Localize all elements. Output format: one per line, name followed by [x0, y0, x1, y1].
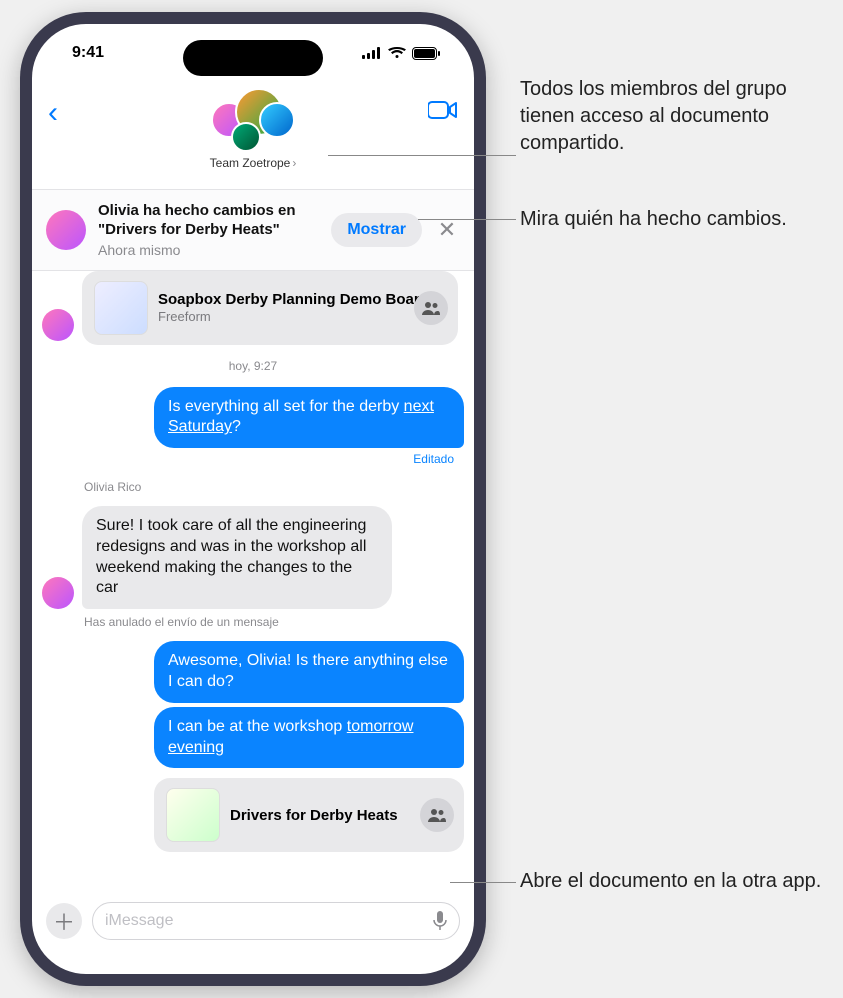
dismiss-notice-button[interactable]: ✕ [434, 217, 460, 243]
document-app: Freeform [158, 309, 429, 324]
wifi-icon [388, 47, 406, 59]
document-thumbnail [94, 281, 148, 335]
sent-message[interactable]: Awesome, Olivia! Is there anything else … [154, 641, 464, 703]
document-thumbnail [166, 788, 220, 842]
facetime-button[interactable] [424, 88, 458, 120]
callout-text: Mira quién ha hecho cambios. [520, 206, 787, 233]
callout-line [450, 882, 516, 883]
message-thread[interactable]: Soapbox Derby Planning Demo Board Freefo… [32, 271, 474, 895]
callout-line [328, 155, 516, 156]
collaboration-notice: Olivia ha hecho cambios en "Drivers for … [32, 190, 474, 271]
callout-line [418, 219, 516, 220]
notice-title: Olivia ha hecho cambios en "Drivers for … [98, 202, 319, 240]
unsent-label: Has anulado el envío de un mensaje [84, 615, 464, 629]
phone-frame: 9:41 ‹ [20, 12, 486, 986]
sent-message[interactable]: Is everything all set for the derby next… [154, 387, 464, 449]
avatar [259, 102, 295, 138]
shared-document-card[interactable]: Drivers for Derby Heats [154, 778, 464, 852]
add-attachment-button[interactable]: ＋ [46, 903, 82, 939]
avatar [42, 577, 74, 609]
back-button[interactable]: ‹ [48, 88, 82, 130]
dynamic-island [183, 40, 323, 76]
compose-bar: ＋ iMessage [32, 894, 474, 974]
document-title: Soapbox Derby Planning Demo Board [158, 291, 429, 308]
avatar [42, 309, 74, 341]
collaboration-people-button[interactable] [414, 291, 448, 325]
collaboration-people-button[interactable] [420, 798, 454, 832]
avatar [231, 122, 261, 152]
notice-timestamp: Ahora mismo [98, 242, 319, 258]
group-avatars [211, 88, 295, 152]
received-message[interactable]: Sure! I took care of all the engineering… [82, 506, 392, 609]
message-input[interactable]: iMessage [92, 902, 460, 940]
group-name: Team Zoetrope [210, 156, 291, 170]
screen: 9:41 ‹ [32, 24, 474, 974]
show-changes-button[interactable]: Mostrar [331, 213, 422, 247]
callout-text: Todos los miembros del grupo tienen acce… [520, 76, 830, 157]
people-icon [422, 301, 440, 315]
people-icon [428, 808, 446, 822]
placeholder: iMessage [105, 912, 173, 930]
battery-icon [412, 47, 440, 60]
callout-text: Abre el documento en la otra app. [520, 868, 821, 895]
status-time: 9:41 [72, 44, 104, 62]
group-info-button[interactable]: Team Zoetrope › [82, 88, 424, 170]
sent-message[interactable]: I can be at the workshop tomorrow evenin… [154, 707, 464, 769]
document-title: Drivers for Derby Heats [230, 807, 398, 824]
sender-name: Olivia Rico [84, 480, 464, 494]
shared-document-card[interactable]: Soapbox Derby Planning Demo Board Freefo… [82, 271, 458, 345]
chevron-right-icon: › [292, 156, 296, 170]
timestamp: hoy, 9:27 [42, 359, 464, 373]
dictation-icon[interactable] [433, 911, 447, 931]
avatar [46, 210, 86, 250]
cellular-icon [362, 47, 382, 59]
edited-label: Editado [42, 452, 454, 466]
conversation-header: ‹ Team Zoetrope › [32, 82, 474, 190]
